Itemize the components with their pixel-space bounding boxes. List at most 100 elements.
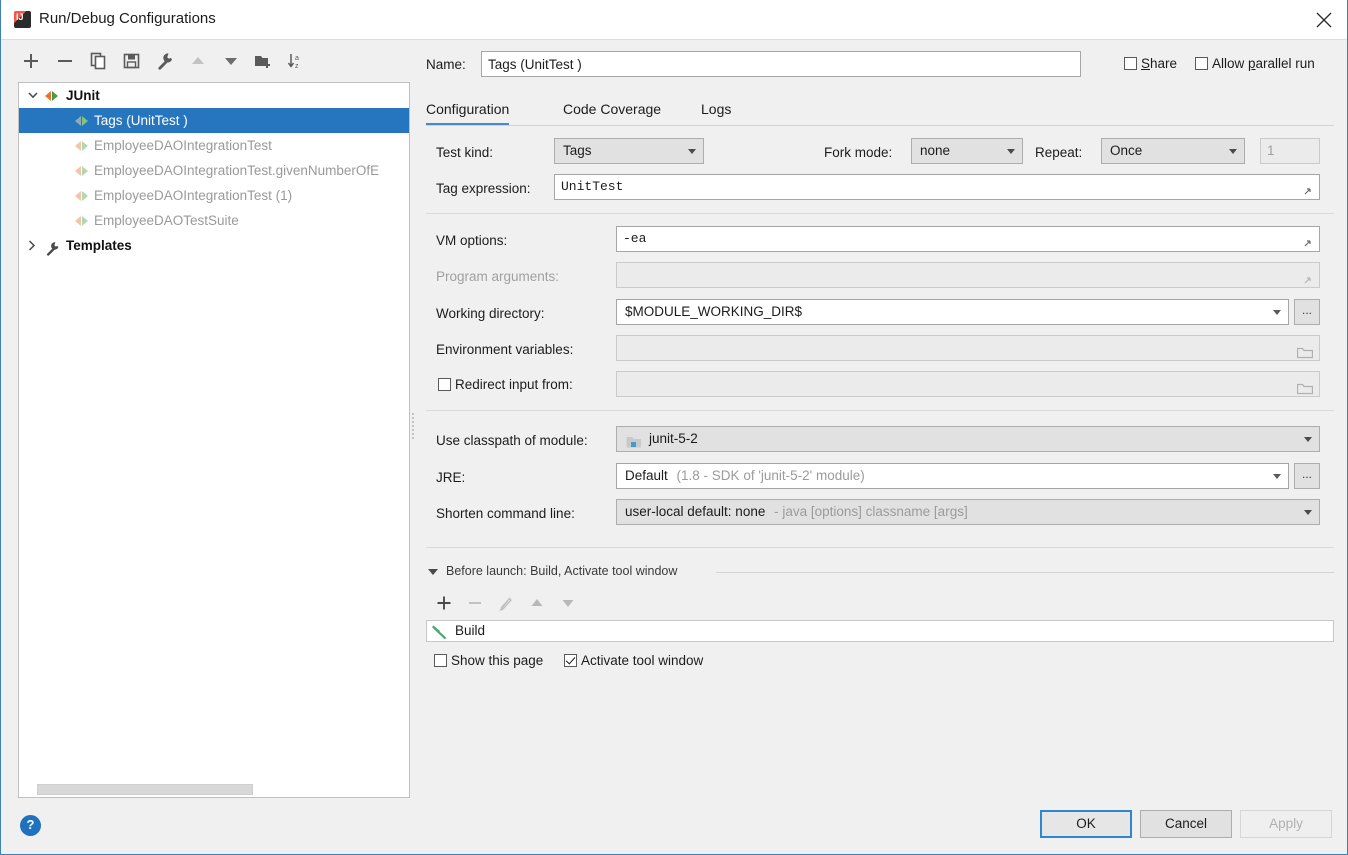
show-this-page-checkbox[interactable]: Show this page	[434, 653, 543, 671]
section-divider	[426, 547, 1334, 548]
add-configuration-button[interactable]	[18, 48, 44, 74]
folder-icon[interactable]	[1296, 343, 1314, 359]
move-up-button[interactable]	[185, 48, 211, 74]
ok-button[interactable]: OK	[1040, 810, 1132, 838]
shorten-command-line-combobox[interactable]: user-local default: none - java [options…	[616, 499, 1320, 525]
sort-configurations-button[interactable]: a z	[283, 48, 309, 74]
tab-code-coverage[interactable]: Code Coverage	[563, 96, 661, 124]
svg-text:a: a	[295, 55, 299, 62]
shorten-command-line-label: Shorten command line:	[436, 506, 575, 521]
help-button[interactable]: ?	[20, 815, 41, 836]
close-icon[interactable]	[1301, 0, 1347, 39]
expand-icon[interactable]	[1302, 182, 1313, 195]
tree-item-employeedaotestsuite[interactable]: EmployeeDAOTestSuite	[19, 208, 409, 233]
remove-configuration-button[interactable]	[52, 48, 78, 74]
show-this-page-checkbox-box[interactable]	[434, 654, 447, 667]
working-directory-combobox[interactable]: $MODULE_WORKING_DIR$	[616, 299, 1289, 325]
redirect-input-label: Redirect input from:	[455, 377, 573, 392]
jre-hint: (1.8 - SDK of 'junit-5-2' module)	[676, 468, 865, 483]
configurations-tree[interactable]: JUnit Tags (UnitTest ) EmployeeDAOIntegr…	[18, 82, 410, 798]
move-task-down-button[interactable]	[555, 590, 583, 616]
activate-tool-window-label: Activate tool window	[581, 653, 704, 668]
expand-icon[interactable]	[1302, 234, 1313, 247]
chevron-down-icon[interactable]	[25, 83, 41, 108]
test-kind-label: Test kind:	[436, 145, 494, 160]
vm-options-label: VM options:	[436, 233, 508, 248]
tab-configuration[interactable]: Configuration	[426, 96, 510, 126]
edit-templates-button[interactable]	[152, 48, 178, 74]
classpath-module-combobox[interactable]: junit-5-2	[616, 426, 1320, 452]
redirect-input-checkbox[interactable]: Redirect input from:	[438, 377, 573, 395]
tree-item-employeedaointegrationtest-givennumberofe[interactable]: EmployeeDAOIntegrationTest.givenNumberOf…	[19, 158, 409, 183]
working-directory-browse-button[interactable]: ...	[1294, 299, 1320, 325]
before-launch-toolbar	[431, 590, 731, 616]
chevron-right-icon[interactable]	[25, 233, 41, 258]
move-task-up-button[interactable]	[524, 590, 552, 616]
tree-item-label: EmployeeDAOTestSuite	[94, 213, 239, 228]
tag-expression-label: Tag expression:	[436, 181, 531, 196]
move-down-button[interactable]	[218, 48, 244, 74]
chevron-down-icon	[1273, 474, 1281, 479]
tree-item-label: EmployeeDAOIntegrationTest	[94, 138, 272, 153]
classpath-module-value: junit-5-2	[649, 431, 698, 446]
program-arguments-label: Program arguments:	[436, 269, 560, 284]
tag-expression-field[interactable]: UnitTest	[554, 174, 1320, 200]
name-label: Name:	[426, 57, 466, 72]
panel-splitter[interactable]	[409, 413, 417, 443]
dialog-title: Run/Debug Configurations	[39, 10, 216, 27]
folder-icon[interactable]	[1296, 379, 1314, 395]
allow-parallel-run-checkbox-box[interactable]	[1195, 57, 1208, 70]
copy-configuration-button[interactable]	[86, 48, 112, 74]
before-launch-task-row[interactable]: Build	[427, 621, 1333, 641]
save-configuration-button[interactable]	[119, 48, 145, 74]
tree-horizontal-scrollbar[interactable]	[19, 783, 409, 797]
before-launch-task-list[interactable]: Build	[426, 620, 1334, 642]
shorten-command-line-hint: - java [options] classname [args]	[774, 504, 968, 519]
redirect-input-checkbox-box[interactable]	[438, 378, 451, 391]
share-checkbox[interactable]: Share	[1124, 56, 1177, 74]
scrollbar-thumb[interactable]	[37, 784, 253, 795]
before-launch-header: Before launch: Build, Activate tool wind…	[428, 564, 1334, 581]
create-folder-button[interactable]	[250, 48, 276, 74]
jre-browse-button[interactable]: ...	[1294, 463, 1320, 489]
shorten-command-line-value: user-local default: none	[625, 504, 766, 519]
edit-task-button[interactable]	[493, 590, 521, 616]
module-icon	[626, 433, 642, 451]
chevron-down-icon	[688, 149, 696, 154]
junit-icon	[75, 189, 89, 203]
tree-group-templates[interactable]: Templates	[19, 233, 409, 258]
tree-item-employeedaointegrationtest[interactable]: EmployeeDAOIntegrationTest	[19, 133, 409, 158]
environment-variables-field	[616, 335, 1320, 361]
chevron-down-icon	[1229, 149, 1237, 154]
activate-tool-window-checkbox-box[interactable]	[564, 654, 577, 667]
name-input[interactable]	[481, 51, 1081, 77]
tree-group-junit[interactable]: JUnit	[19, 83, 409, 108]
activate-tool-window-checkbox[interactable]: Activate tool window	[564, 653, 703, 671]
fork-mode-combobox[interactable]: none	[911, 138, 1023, 164]
test-kind-combobox[interactable]: Tags	[554, 138, 704, 164]
run-debug-configurations-dialog: Run/Debug Configurations	[0, 0, 1348, 855]
before-launch-rule	[716, 572, 1334, 573]
add-task-button[interactable]	[431, 590, 459, 616]
vm-options-field[interactable]: -ea	[616, 226, 1320, 252]
junit-icon	[75, 164, 89, 178]
jre-combobox[interactable]: Default (1.8 - SDK of 'junit-5-2' module…	[616, 463, 1289, 489]
tree-item-tags-unittest[interactable]: Tags (UnitTest )	[19, 108, 409, 133]
tag-expression-value: UnitTest	[561, 179, 624, 194]
show-this-page-label: Show this page	[451, 653, 544, 668]
test-kind-value: Tags	[563, 143, 592, 158]
tab-logs[interactable]: Logs	[701, 96, 731, 124]
expand-icon	[1302, 270, 1313, 284]
before-launch-task-label: Build	[455, 623, 486, 638]
vm-options-value: -ea	[623, 231, 647, 246]
chevron-down-icon[interactable]	[428, 569, 438, 575]
remove-task-button[interactable]	[462, 590, 490, 616]
repeat-combobox[interactable]: Once	[1101, 138, 1245, 164]
cancel-button[interactable]: Cancel	[1140, 810, 1232, 838]
repeat-count-value: 1	[1267, 143, 1275, 158]
working-directory-label: Working directory:	[436, 306, 545, 321]
tree-item-employeedaointegrationtest-1[interactable]: EmployeeDAOIntegrationTest (1)	[19, 183, 409, 208]
share-checkbox-box[interactable]	[1124, 57, 1137, 70]
allow-parallel-run-checkbox[interactable]: Allow parallel run	[1195, 56, 1315, 74]
repeat-count-field: 1	[1260, 138, 1320, 164]
